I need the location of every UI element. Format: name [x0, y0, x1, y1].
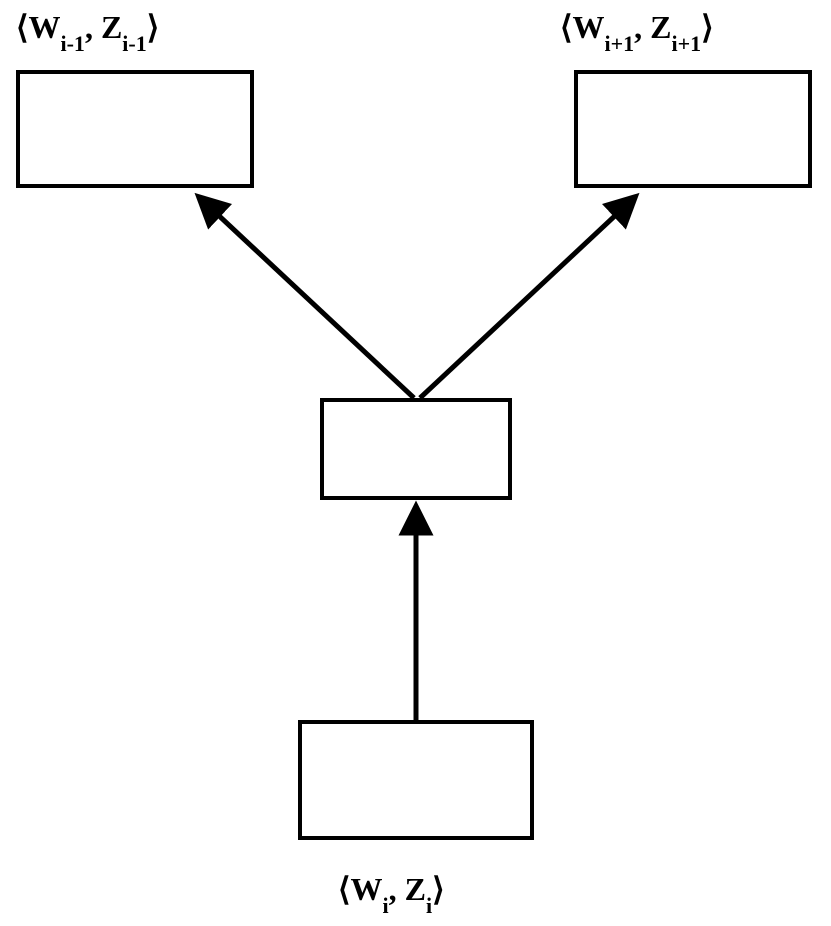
label-sub: i+1: [671, 31, 701, 56]
arrow-middle-to-top-right: [420, 198, 634, 398]
label-part: , Z: [634, 9, 671, 45]
label-part: ⟩: [432, 871, 444, 907]
label-sub: i-1: [122, 31, 146, 56]
label-part: ⟩: [701, 9, 713, 45]
label-part: , Z: [389, 871, 426, 907]
label-sub: i-1: [60, 31, 84, 56]
label-top-left: ⟨Wi-1, Zi-1⟩: [16, 8, 159, 51]
label-top-right: ⟨Wi+1, Zi+1⟩: [560, 8, 714, 51]
box-middle: [320, 398, 512, 500]
label-sub: i: [382, 893, 388, 918]
arrow-middle-to-top-left: [200, 198, 414, 398]
label-part: ⟩: [147, 9, 159, 45]
label-sub: i: [426, 893, 432, 918]
label-sub: i+1: [604, 31, 634, 56]
box-top-left: [16, 70, 254, 188]
label-part: , Z: [85, 9, 122, 45]
label-part: ⟨W: [560, 9, 604, 45]
label-part: ⟨W: [338, 871, 382, 907]
label-bottom: ⟨Wi, Zi⟩: [338, 870, 445, 913]
label-part: ⟨W: [16, 9, 60, 45]
box-top-right: [574, 70, 812, 188]
box-bottom: [298, 720, 534, 840]
